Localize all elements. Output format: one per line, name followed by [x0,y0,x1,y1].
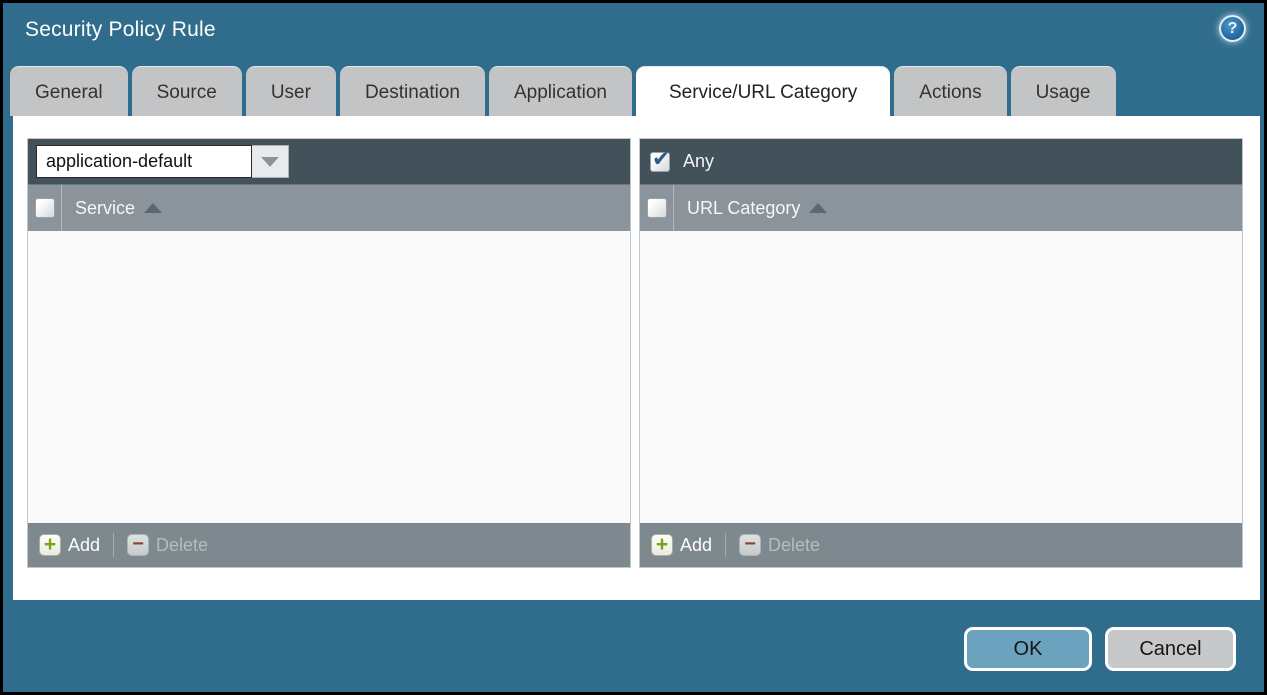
service-select-all-cell [28,185,62,231]
sort-ascending-icon[interactable] [144,203,162,213]
ok-button[interactable]: OK [964,627,1092,671]
tab-source[interactable]: Source [132,66,242,116]
service-column-header[interactable]: Service [75,198,135,219]
security-policy-rule-dialog: Security Policy Rule ? General Source Us… [0,0,1267,695]
tab-destination[interactable]: Destination [340,66,485,116]
url-category-add-button[interactable]: + Add [651,534,712,556]
dialog-title: Security Policy Rule [25,18,216,42]
url-category-table-body[interactable] [640,231,1242,523]
service-table-header: Service [28,184,630,231]
sort-ascending-icon[interactable] [809,203,827,213]
tab-general[interactable]: General [10,66,128,116]
tab-bar: General Source User Destination Applicat… [10,66,1116,116]
tab-content-panel: application-default Service + Add [13,116,1260,600]
service-panel: application-default Service + Add [27,138,631,568]
any-checkbox-label[interactable]: Any [683,151,714,172]
tab-service-url-category[interactable]: Service/URL Category [636,66,890,116]
url-category-table-header: URL Category [640,184,1242,231]
tab-actions[interactable]: Actions [894,66,1006,116]
url-category-delete-button[interactable]: − Delete [739,534,820,556]
minus-icon: − [739,534,761,556]
minus-icon: − [127,534,149,556]
tab-application[interactable]: Application [489,66,632,116]
chevron-down-icon [261,157,279,167]
service-type-select-arrow[interactable] [252,145,289,178]
url-category-column-header[interactable]: URL Category [687,198,800,219]
url-category-panel: Any URL Category + Add − Delete [639,138,1243,568]
cancel-button[interactable]: Cancel [1105,627,1236,671]
service-type-select[interactable]: application-default [36,145,252,178]
service-toolbar: application-default [28,139,630,184]
url-category-toolbar: Any [640,139,1242,184]
footer-divider [725,533,726,557]
help-icon[interactable]: ? [1219,15,1246,42]
url-category-select-all-checkbox[interactable] [647,198,667,218]
service-delete-label: Delete [156,535,208,556]
url-category-table-footer: + Add − Delete [640,523,1242,567]
url-category-delete-label: Delete [768,535,820,556]
service-select-all-checkbox[interactable] [35,198,55,218]
plus-icon: + [651,534,673,556]
tab-user[interactable]: User [246,66,336,116]
tab-usage[interactable]: Usage [1011,66,1116,116]
service-add-label: Add [68,535,100,556]
service-add-button[interactable]: + Add [39,534,100,556]
footer-divider [113,533,114,557]
plus-icon: + [39,534,61,556]
service-delete-button[interactable]: − Delete [127,534,208,556]
service-table-body[interactable] [28,231,630,523]
any-checkbox[interactable] [650,152,670,172]
service-table-footer: + Add − Delete [28,523,630,567]
url-category-add-label: Add [680,535,712,556]
url-category-select-all-cell [640,185,674,231]
